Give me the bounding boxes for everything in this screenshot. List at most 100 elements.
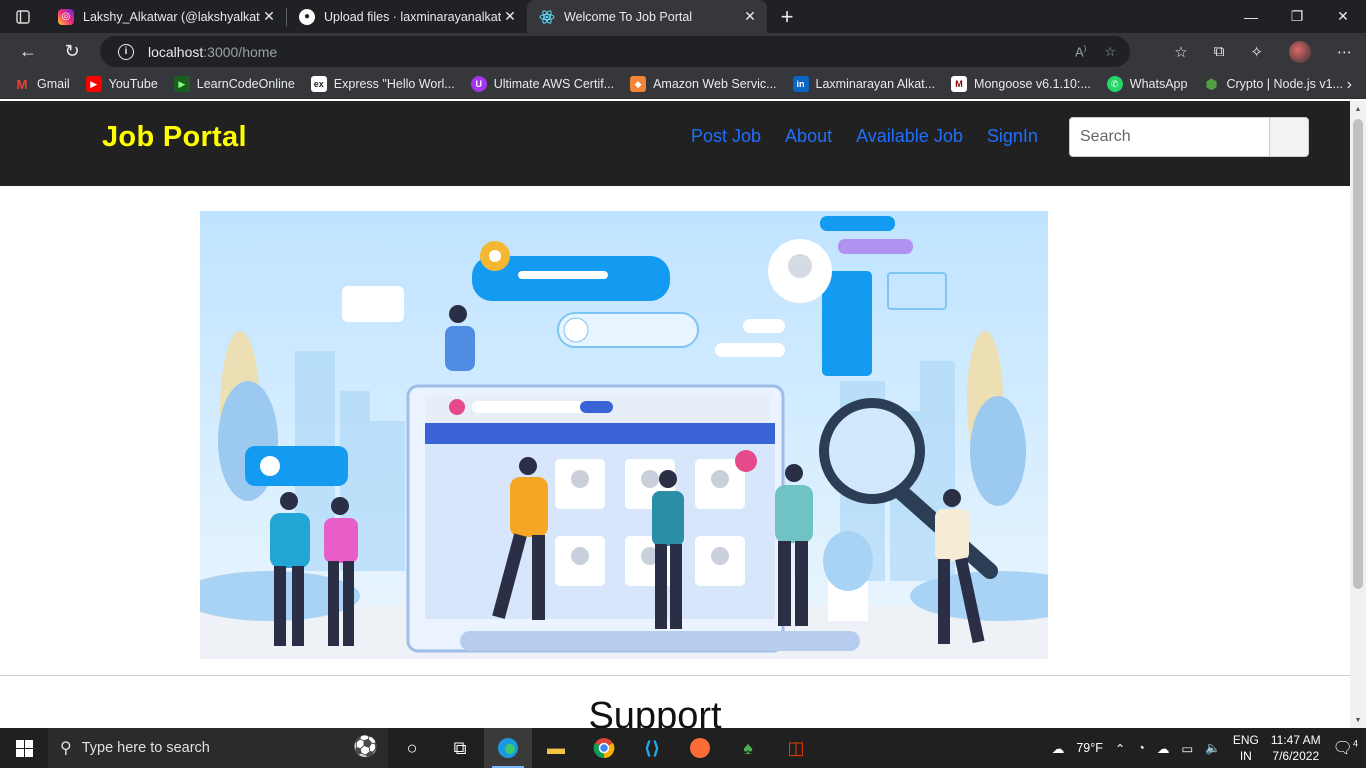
- edge-taskbar-icon[interactable]: [484, 728, 532, 768]
- favorites-icon[interactable]: ☆: [1174, 43, 1187, 61]
- search-input[interactable]: [1069, 117, 1270, 157]
- new-tab-button[interactable]: +: [767, 0, 807, 33]
- bookmark-gmail[interactable]: M Gmail: [14, 76, 70, 92]
- info-icon[interactable]: i: [118, 43, 134, 60]
- nodejs-icon: ⬢: [1205, 75, 1218, 92]
- browser-tab-bar: ◎ Lakshy_Alkatwar (@lakshyalkatwa ✕ ● Up…: [0, 0, 1366, 33]
- task-view-icon[interactable]: ⧉: [436, 728, 484, 768]
- tab-title: Lakshy_Alkatwar (@lakshyalkatwa: [83, 9, 260, 24]
- read-aloud-icon[interactable]: A): [1075, 44, 1086, 59]
- url-path: :3000/home: [203, 43, 278, 60]
- vscode-icon[interactable]: ⟨⟩: [628, 728, 676, 768]
- language-indicator[interactable]: ENG IN: [1233, 732, 1259, 764]
- hero-illustration: [200, 211, 1048, 659]
- nav-link-available-job[interactable]: Available Job: [856, 126, 963, 147]
- bookmark-label: LearnCodeOnline: [196, 77, 295, 91]
- close-tab-icon[interactable]: ✕: [501, 8, 519, 25]
- language-code: ENG: [1232, 733, 1259, 747]
- chevron-right-icon[interactable]: ›: [1347, 70, 1352, 99]
- scroll-down-icon[interactable]: ▼: [1350, 712, 1366, 728]
- bookmark-whatsapp[interactable]: ✆ WhatsApp: [1106, 76, 1188, 92]
- browser-tab-instagram[interactable]: ◎ Lakshy_Alkatwar (@lakshyalkatwa ✕: [46, 0, 286, 33]
- nav-link-post-job[interactable]: Post Job: [691, 126, 761, 147]
- url-host: localhost: [148, 43, 204, 60]
- bookmark-aws[interactable]: ◆ Amazon Web Servic...: [630, 76, 777, 92]
- onedrive-icon[interactable]: ☁: [1157, 741, 1170, 756]
- close-tab-icon[interactable]: ✕: [741, 8, 759, 25]
- notification-center-icon[interactable]: 🗨4: [1333, 738, 1358, 758]
- postman-icon[interactable]: [676, 728, 724, 768]
- youtube-icon: ▶: [85, 76, 102, 92]
- site-navbar: Job Portal Post Job About Available Job …: [0, 101, 1350, 186]
- clock-date: 7/6/2022: [1272, 749, 1320, 763]
- bookmark-label: Crypto | Node.js v1...: [1226, 77, 1343, 91]
- file-explorer-icon[interactable]: ▬: [532, 728, 580, 768]
- search-highlight-icon: ⚽: [353, 736, 378, 758]
- tab-title: Upload files · laxminarayanalkatw: [324, 9, 501, 24]
- taskbar-search-field[interactable]: ⚲ Type here to search ⚽: [48, 728, 388, 768]
- refresh-icon[interactable]: ↻: [50, 41, 94, 62]
- bookmark-label: Amazon Web Servic...: [653, 77, 777, 91]
- clock-time: 11:47 AM: [1270, 733, 1321, 747]
- robo3t-icon[interactable]: ♠: [724, 728, 772, 768]
- react-icon: [539, 9, 555, 25]
- region-code: IN: [1239, 749, 1252, 763]
- scrollbar-thumb[interactable]: [1353, 119, 1363, 589]
- taskbar-search-placeholder: Type here to search: [81, 740, 210, 756]
- bookmark-express[interactable]: ex Express "Hello Worl...: [310, 76, 455, 92]
- battery-icon[interactable]: ▭: [1181, 741, 1193, 756]
- browser-tab-github[interactable]: ● Upload files · laxminarayanalkatw ✕: [287, 0, 527, 33]
- cortana-icon[interactable]: ○: [388, 728, 436, 768]
- add-favorite-icon[interactable]: ☆: [1104, 44, 1116, 60]
- mongoose-icon: M: [951, 76, 968, 92]
- chrome-icon[interactable]: [580, 728, 628, 768]
- profile-avatar[interactable]: [1289, 40, 1311, 63]
- network-icon[interactable]: ◔: [1137, 741, 1145, 755]
- browser-tab-job-portal[interactable]: Welcome To Job Portal ✕: [527, 0, 767, 33]
- bookmarks-bar: M Gmail ▶ YouTube ▶ LearnCodeOnline ex Expre…: [0, 70, 1366, 99]
- lco-icon: ▶: [173, 76, 190, 92]
- bookmark-label: Laxminarayan Alkat...: [815, 77, 936, 91]
- chevron-up-icon[interactable]: ⌃: [1115, 741, 1125, 756]
- aws-icon: ◆: [630, 76, 647, 92]
- tab-actions-icon[interactable]: [0, 0, 46, 33]
- brand-logo[interactable]: Job Portal: [102, 121, 247, 154]
- url-field[interactable]: i localhost:3000/home A) ☆: [100, 36, 1130, 67]
- more-menu-icon[interactable]: ⋯: [1337, 43, 1352, 61]
- bookmark-label: YouTube: [108, 77, 158, 91]
- support-heading: Support: [588, 695, 722, 728]
- weather-icon[interactable]: ☁: [1052, 741, 1065, 756]
- extensions-icon[interactable]: ✧: [1250, 43, 1263, 61]
- restore-icon[interactable]: ❐: [1274, 0, 1320, 33]
- address-bar-row: ← ↻ i localhost:3000/home A) ☆ ☆ ⧉ ✧ ⋯: [0, 33, 1366, 70]
- system-tray: ☁ 79°F ⌃ ◔ ☁ ▭ 🔈 ENG IN 11:47 AM 7/6/202…: [1052, 728, 1366, 768]
- close-window-icon[interactable]: ✕: [1320, 0, 1366, 33]
- browser-toolbar: ☆ ⧉ ✧ ⋯: [1174, 33, 1352, 70]
- close-tab-icon[interactable]: ✕: [260, 8, 278, 25]
- bookmark-youtube[interactable]: ▶ YouTube: [85, 76, 158, 92]
- bookmark-learncodeonline[interactable]: ▶ LearnCodeOnline: [173, 76, 295, 92]
- nav-link-about[interactable]: About: [785, 126, 832, 147]
- nav-link-signin[interactable]: SignIn: [987, 126, 1038, 147]
- bookmark-label: WhatsApp: [1129, 77, 1188, 91]
- bookmark-udemy[interactable]: U Ultimate AWS Certif...: [470, 76, 615, 92]
- back-arrow-icon[interactable]: ←: [6, 41, 50, 62]
- bookmark-label: Ultimate AWS Certif...: [493, 77, 615, 91]
- system-clock[interactable]: 11:47 AM 7/6/2022: [1271, 732, 1321, 764]
- page-scrollbar[interactable]: ▲ ▼: [1350, 101, 1366, 728]
- minimize-icon[interactable]: —: [1228, 0, 1274, 33]
- windows-start-icon[interactable]: [0, 728, 48, 768]
- office-icon[interactable]: ◫: [772, 728, 820, 768]
- weather-temp[interactable]: 79°F: [1076, 741, 1103, 755]
- bookmark-label: Gmail: [37, 77, 70, 91]
- search-button[interactable]: [1269, 117, 1309, 157]
- whatsapp-icon: ✆: [1106, 76, 1123, 92]
- scroll-up-icon[interactable]: ▲: [1350, 101, 1366, 117]
- bookmark-linkedin[interactable]: in Laxminarayan Alkat...: [792, 76, 936, 92]
- bookmark-nodejs[interactable]: ⬢ Crypto | Node.js v1...: [1203, 76, 1343, 92]
- volume-icon[interactable]: 🔈: [1205, 741, 1221, 756]
- section-divider: [0, 675, 1350, 676]
- github-icon: ●: [299, 8, 315, 25]
- bookmark-mongoose[interactable]: M Mongoose v6.1.10:...: [951, 76, 1091, 92]
- collections-icon[interactable]: ⧉: [1214, 43, 1225, 60]
